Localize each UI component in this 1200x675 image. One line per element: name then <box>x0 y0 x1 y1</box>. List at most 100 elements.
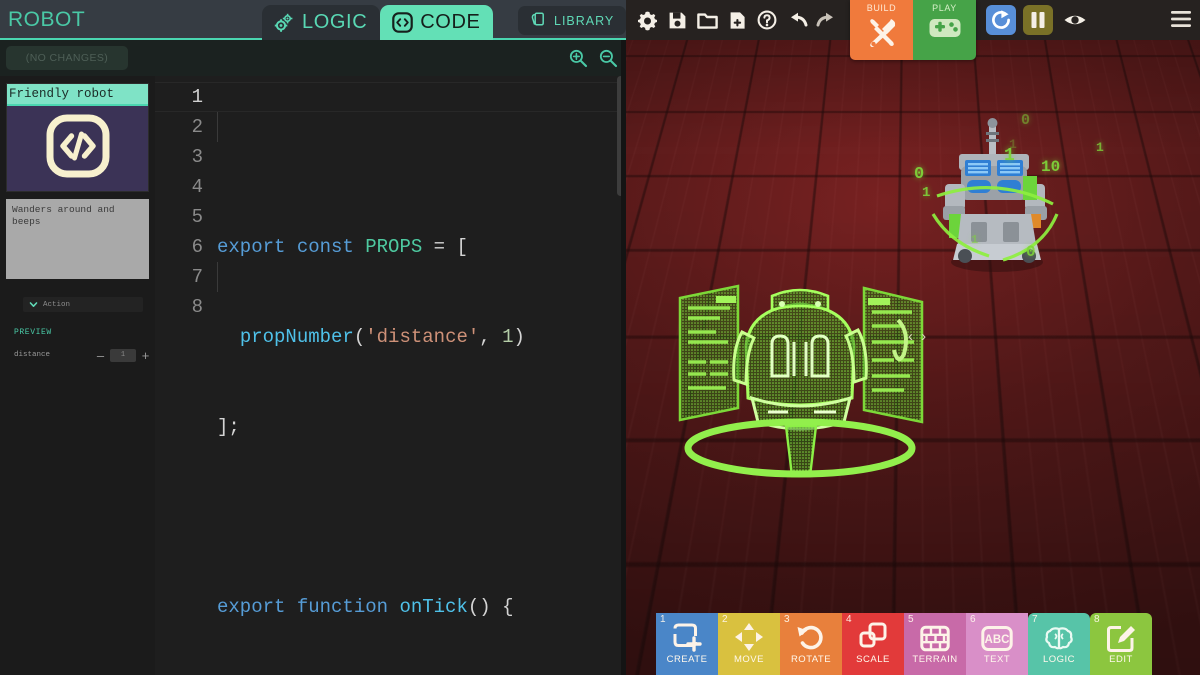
mode-button-group: BUILD PLAY <box>850 0 976 60</box>
game-toolbar: BUILD PLAY <box>626 0 1200 40</box>
object-card-column: Friendly robot Wanders around and beeps <box>0 76 155 675</box>
play-mode-button[interactable]: PLAY <box>913 0 976 60</box>
action-dropdown[interactable]: Action <box>23 297 143 312</box>
tool-label: SCALE <box>856 654 890 665</box>
tool-label: ROTATE <box>791 654 831 665</box>
build-mode-button[interactable]: BUILD <box>850 0 913 60</box>
tab-code-label: CODE <box>420 11 480 34</box>
editor-header: ROBOT <box>0 0 626 40</box>
editor-subbar: (NO CHANGES) <box>0 40 626 76</box>
property-name: distance <box>14 351 94 359</box>
play-mode-label: PLAY <box>932 3 957 13</box>
code-line: ]; <box>217 412 626 442</box>
help-icon[interactable] <box>753 6 781 34</box>
tool-label: LOGIC <box>1043 654 1075 665</box>
folder-icon[interactable] <box>693 6 721 34</box>
decrement-button[interactable]: – <box>94 348 107 363</box>
tool-label: TEXT <box>984 654 1010 665</box>
tool-scale[interactable]: 4 SCALE <box>842 613 904 675</box>
code-line: export function onTick() { <box>217 592 626 622</box>
code-line: export const PROPS = [ <box>217 232 626 262</box>
robot-hologram[interactable] <box>676 280 926 480</box>
tool-create[interactable]: 1 CREATE <box>656 613 718 675</box>
tool-terrain[interactable]: 5 TERRAIN <box>904 613 966 675</box>
save-icon[interactable] <box>663 6 691 34</box>
library-button[interactable]: LIBRARY <box>518 6 626 35</box>
card-artwork <box>7 106 148 191</box>
build-mode-label: BUILD <box>867 3 897 13</box>
hamburger-menu-icon[interactable] <box>1170 10 1192 33</box>
property-value-input[interactable]: 1 <box>110 349 136 362</box>
tool-number: 4 <box>846 614 852 625</box>
save-status-button[interactable]: (NO CHANGES) <box>6 46 128 70</box>
tab-logic[interactable]: LOGIC <box>262 5 380 40</box>
gamepad-icon <box>928 15 962 46</box>
tool-rotate[interactable]: 3 ROTATE <box>780 613 842 675</box>
gear-icon[interactable] <box>633 6 661 34</box>
chevron-down-icon <box>29 296 38 314</box>
add-object-icon <box>672 624 702 652</box>
rotate-icon <box>796 624 826 652</box>
tool-number: 2 <box>722 614 728 625</box>
zoom-out-icon[interactable] <box>598 48 618 73</box>
tool-number: 7 <box>1032 614 1038 625</box>
action-dropdown-label: Action <box>43 301 70 309</box>
code-line <box>217 502 626 532</box>
card-description[interactable]: Wanders around and beeps <box>6 199 149 279</box>
tool-logic[interactable]: 7 LOGIC <box>1028 613 1090 675</box>
brick-wall-icon <box>920 624 950 652</box>
line-number: 3 <box>155 142 203 172</box>
move-arrows-icon <box>734 624 764 652</box>
card-title: Friendly robot <box>7 84 148 106</box>
tool-label: EDIT <box>1109 654 1133 665</box>
property-row-distance: distance – 1 + <box>14 347 152 363</box>
tool-number: 8 <box>1094 614 1100 625</box>
eye-icon[interactable] <box>1060 5 1090 35</box>
line-number: 8 <box>155 292 203 322</box>
tool-number: 1 <box>660 614 666 625</box>
transport-controls <box>986 5 1090 35</box>
robot-card[interactable]: Friendly robot <box>6 83 149 192</box>
tool-edit[interactable]: 8 EDIT <box>1090 613 1152 675</box>
robot-model[interactable] <box>931 118 1061 273</box>
line-number: 1 <box>155 82 203 112</box>
line-number: 6 <box>155 232 203 262</box>
library-button-label: LIBRARY <box>554 14 614 28</box>
undo-icon[interactable] <box>783 6 811 34</box>
pause-icon[interactable] <box>1023 5 1053 35</box>
tab-code[interactable]: CODE <box>380 5 493 40</box>
view-rotate-arrows[interactable]: ‹ › <box>908 328 928 345</box>
tool-move[interactable]: 2 MOVE <box>718 613 780 675</box>
cards-stack-icon <box>530 11 547 31</box>
tool-palette: 1 CREATE 2 MOVE 3 ROTATE <box>656 613 1152 675</box>
svg-text:ABC: ABC <box>985 634 1010 646</box>
zoom-in-icon[interactable] <box>568 48 588 73</box>
new-file-icon[interactable] <box>723 6 751 34</box>
tools-icon <box>865 15 899 54</box>
line-number: 4 <box>155 172 203 202</box>
tool-label: CREATE <box>667 654 708 665</box>
code-area: 1 2 3 4 5 6 7 8 export const PROPS = [ p… <box>155 76 626 675</box>
code-line: propNumber('distance', 1) <box>217 322 626 352</box>
tool-number: 3 <box>784 614 790 625</box>
scale-icon <box>858 624 888 652</box>
tab-logic-label: LOGIC <box>302 11 367 34</box>
code-brackets-icon <box>46 114 110 183</box>
game-viewport[interactable]: ‹ › 0111100101 <box>626 0 1200 675</box>
tool-label: TERRAIN <box>912 654 957 665</box>
tool-number: 5 <box>908 614 914 625</box>
code-editor-panel: ROBOT <box>0 0 626 675</box>
gears-icon <box>273 12 295 34</box>
restart-icon[interactable] <box>986 5 1016 35</box>
brain-icon <box>1044 624 1074 652</box>
tool-text[interactable]: 6 ABC TEXT <box>966 613 1028 675</box>
page-title: ROBOT <box>8 8 85 32</box>
line-number: 7 <box>155 262 203 292</box>
editor-tabs: LOGIC CODE <box>262 5 493 40</box>
increment-button[interactable]: + <box>139 348 152 363</box>
line-number-gutter: 1 2 3 4 5 6 7 8 <box>155 76 203 675</box>
code-text-editor[interactable]: export const PROPS = [ propNumber('dista… <box>203 76 626 675</box>
code-brackets-icon <box>391 12 413 34</box>
redo-icon[interactable] <box>813 6 841 34</box>
line-number: 2 <box>155 112 203 142</box>
